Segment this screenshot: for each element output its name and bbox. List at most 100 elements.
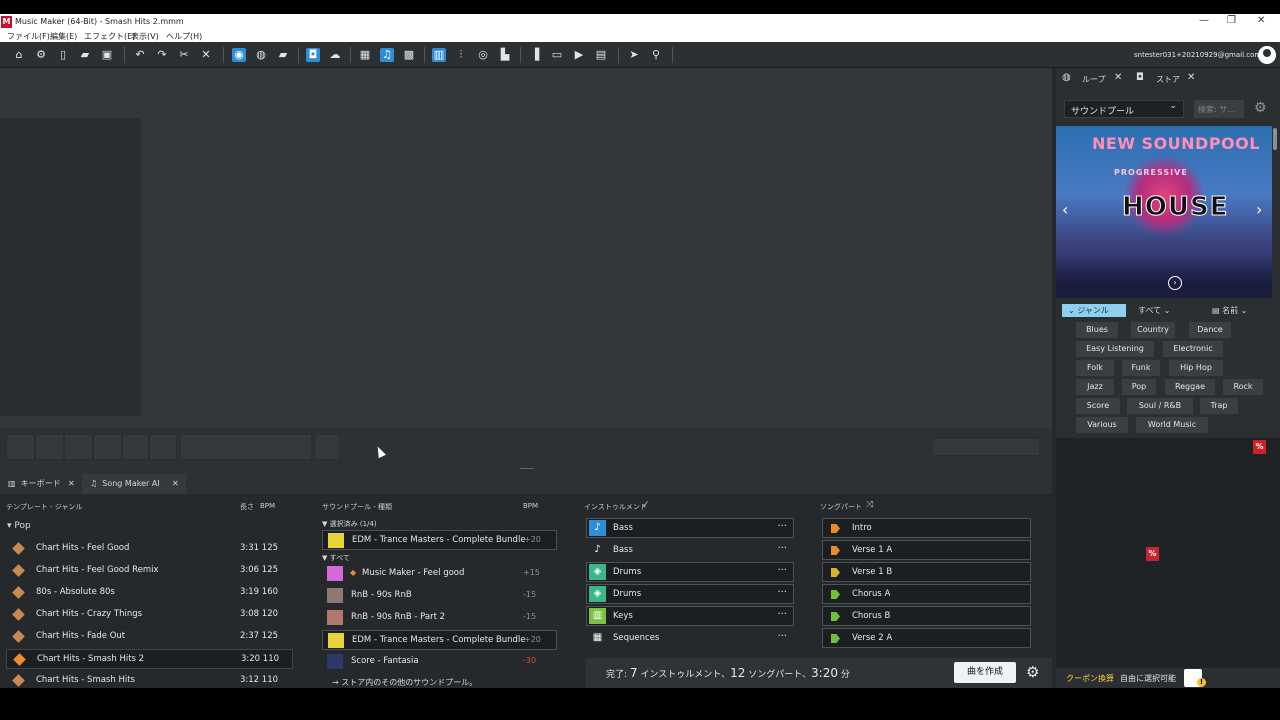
genre-easy-listening-button[interactable]: Easy Listening — [1076, 341, 1154, 357]
music-note-icon[interactable]: ♫ — [380, 48, 394, 62]
settings-gear-icon[interactable]: ⚙ — [1026, 663, 1039, 681]
keyboard-icon[interactable]: ▥ — [432, 48, 446, 62]
minimize-button[interactable]: — — [1199, 15, 1209, 26]
video-icon[interactable]: ▶ — [572, 48, 586, 62]
genre-rock-button[interactable]: Rock — [1223, 379, 1263, 395]
instrument-row[interactable]: ▥ Keys ··· — [586, 606, 794, 626]
genre-filter-chip[interactable]: ⌄ ジャンル — [1062, 304, 1126, 317]
close-icon[interactable]: ✕ — [172, 474, 179, 494]
open-folder-icon[interactable]: ▰ — [78, 48, 92, 62]
settings-gear-icon[interactable]: ⚙ — [34, 48, 48, 62]
more-options-icon[interactable]: ··· — [777, 609, 787, 620]
menu-effects[interactable]: エフェクト(E) — [84, 31, 135, 42]
template-row[interactable]: Chart Hits - Feel Good 3:31 125 — [6, 539, 293, 559]
genre-trap-button[interactable]: Trap — [1200, 398, 1238, 414]
transport-slot[interactable] — [6, 434, 35, 460]
bar-chart-icon[interactable]: ▐ — [528, 48, 542, 62]
folder-icon[interactable]: ▰ — [276, 48, 290, 62]
template-row[interactable]: Chart Hits - Fade Out 2:37 125 — [6, 627, 293, 647]
coupon-link[interactable]: クーポン換算 — [1066, 673, 1114, 684]
home-icon[interactable]: ⌂ — [12, 48, 26, 62]
menu-edit[interactable]: 編集(E) — [50, 31, 77, 42]
genre-world-music-button[interactable]: World Music — [1136, 417, 1208, 433]
transport-slot[interactable] — [64, 434, 93, 460]
save-disk-icon[interactable]: ▣ — [100, 48, 114, 62]
chevron-right-icon[interactable]: › — [1256, 200, 1262, 219]
disc-icon[interactable]: ◍ — [254, 48, 268, 62]
equalizer-icon[interactable]: ▙ — [498, 48, 512, 62]
more-options-icon[interactable]: ··· — [777, 521, 787, 532]
template-row[interactable]: Chart Hits - Crazy Things 3:08 120 — [6, 605, 293, 625]
instrument-row[interactable]: ◈ Drums ··· — [586, 562, 794, 582]
genre-electronic-button[interactable]: Electronic — [1163, 341, 1223, 357]
menu-view[interactable]: 表示(V) — [131, 31, 159, 42]
instrument-row[interactable]: ▦ Sequences ··· — [586, 628, 794, 648]
genre-funk-button[interactable]: Funk — [1122, 360, 1160, 376]
instrument-row[interactable]: ◈ Drums ··· — [586, 584, 794, 604]
more-options-icon[interactable]: ··· — [777, 587, 787, 598]
menu-file[interactable]: ファイル(F) — [7, 31, 50, 42]
close-window-button[interactable]: ✕ — [1257, 15, 1265, 26]
template-row[interactable]: Chart Hits - Feel Good Remix 3:06 125 — [6, 561, 293, 581]
more-options-icon[interactable]: ··· — [777, 565, 787, 576]
tab-store[interactable]: ストア — [1156, 74, 1180, 85]
create-song-button[interactable]: 曲を作成 — [954, 662, 1016, 683]
pool-row[interactable]: Music Maker - Feel good ◆ +15 — [322, 564, 557, 584]
undo-icon[interactable]: ↶ — [133, 48, 147, 62]
transport-slot[interactable] — [93, 434, 122, 460]
play-circle-icon[interactable]: › — [1168, 276, 1182, 290]
all-filter-select[interactable]: すべて ⌄ — [1138, 305, 1170, 316]
new-file-icon[interactable]: ▯ — [56, 48, 70, 62]
genre-various-button[interactable]: Various — [1076, 417, 1128, 433]
name-sort-select[interactable]: ▤ 名前 ⌄ — [1212, 305, 1247, 316]
volume-slot[interactable] — [932, 438, 1040, 456]
vip-icon[interactable] — [1184, 669, 1206, 687]
arrangement-area[interactable] — [0, 68, 1052, 428]
song-part-row[interactable]: Chorus B — [822, 606, 1031, 626]
close-icon[interactable]: ✕ — [1187, 72, 1195, 83]
transport-slot[interactable] — [149, 434, 177, 460]
microphone-icon[interactable]: ⚲ — [649, 48, 663, 62]
pool-row[interactable]: RnB - 90s RnB -15 — [322, 586, 557, 606]
user-email[interactable]: sntester031+20210929@gmail.com — [1134, 51, 1261, 59]
discount-badge[interactable]: % — [1146, 547, 1159, 561]
instrument-row[interactable]: ♪ Bass ··· — [586, 540, 794, 560]
tab-song-maker-ai[interactable]: ♫ Song Maker AI ✕ — [82, 474, 186, 494]
pool-selected-group[interactable]: ▼ 選択済み (1/4) — [322, 519, 377, 529]
template-row-selected[interactable]: Chart Hits - Smash Hits 2 3:20 110 — [6, 649, 293, 669]
grid-view-icon[interactable]: ▦ — [358, 48, 372, 62]
shuffle-off-icon[interactable]: ⤨ — [866, 500, 873, 510]
transport-slot[interactable] — [35, 434, 64, 460]
song-part-row[interactable]: Chorus A — [822, 584, 1031, 604]
genre-country-button[interactable]: Country — [1131, 322, 1175, 338]
maximize-button[interactable]: ❐ — [1227, 15, 1236, 26]
split-icon[interactable]: ▤ — [594, 48, 608, 62]
more-soundpools-link[interactable]: → ストア内のその他のサウンドプール。 — [332, 677, 477, 688]
divider-grip[interactable] — [520, 468, 534, 469]
checkmark-icon[interactable]: ✓ — [642, 500, 650, 510]
pool-row[interactable]: EDM - Trance Masters - Complete Bundle +2… — [322, 630, 557, 650]
pointer-tool-icon[interactable]: ➤ — [627, 48, 641, 62]
side-scrollbar[interactable] — [1273, 128, 1277, 150]
soundpool-banner[interactable]: NEW SOUNDPOOL PROGRESSIVE HOUSE ‹ › › — [1056, 126, 1272, 298]
delete-x-icon[interactable]: ✕ — [199, 48, 213, 62]
song-part-row[interactable]: Verse 2 A — [822, 628, 1031, 648]
settings-gear-icon[interactable]: ⚙ — [1254, 100, 1267, 116]
cut-scissors-icon[interactable]: ✂ — [177, 48, 191, 62]
genre-soul-rnb-button[interactable]: Soul / R&B — [1127, 398, 1193, 414]
pool-row[interactable]: Score - Fantasia -30 — [322, 652, 557, 672]
screen-icon[interactable]: ▭ — [550, 48, 564, 62]
close-icon[interactable]: ✕ — [1114, 72, 1122, 83]
tab-loops[interactable]: ループ — [1082, 74, 1106, 85]
mixer-sliders-icon[interactable]: ⫶ — [454, 48, 468, 62]
genre-score-button[interactable]: Score — [1076, 398, 1120, 414]
discount-badge[interactable]: % — [1253, 440, 1266, 454]
genre-group-pop[interactable]: ▾ Pop — [7, 521, 31, 531]
soundpool-select[interactable]: サウンドプール — [1064, 100, 1184, 118]
transport-slot[interactable] — [122, 434, 149, 460]
genre-jazz-button[interactable]: Jazz — [1076, 379, 1114, 395]
genre-pop-button[interactable]: Pop — [1122, 379, 1156, 395]
menu-help[interactable]: ヘルプ(H) — [166, 31, 202, 42]
instrument-row[interactable]: ♪ Bass ··· — [586, 518, 794, 538]
vinyl-icon[interactable]: ◎ — [476, 48, 490, 62]
